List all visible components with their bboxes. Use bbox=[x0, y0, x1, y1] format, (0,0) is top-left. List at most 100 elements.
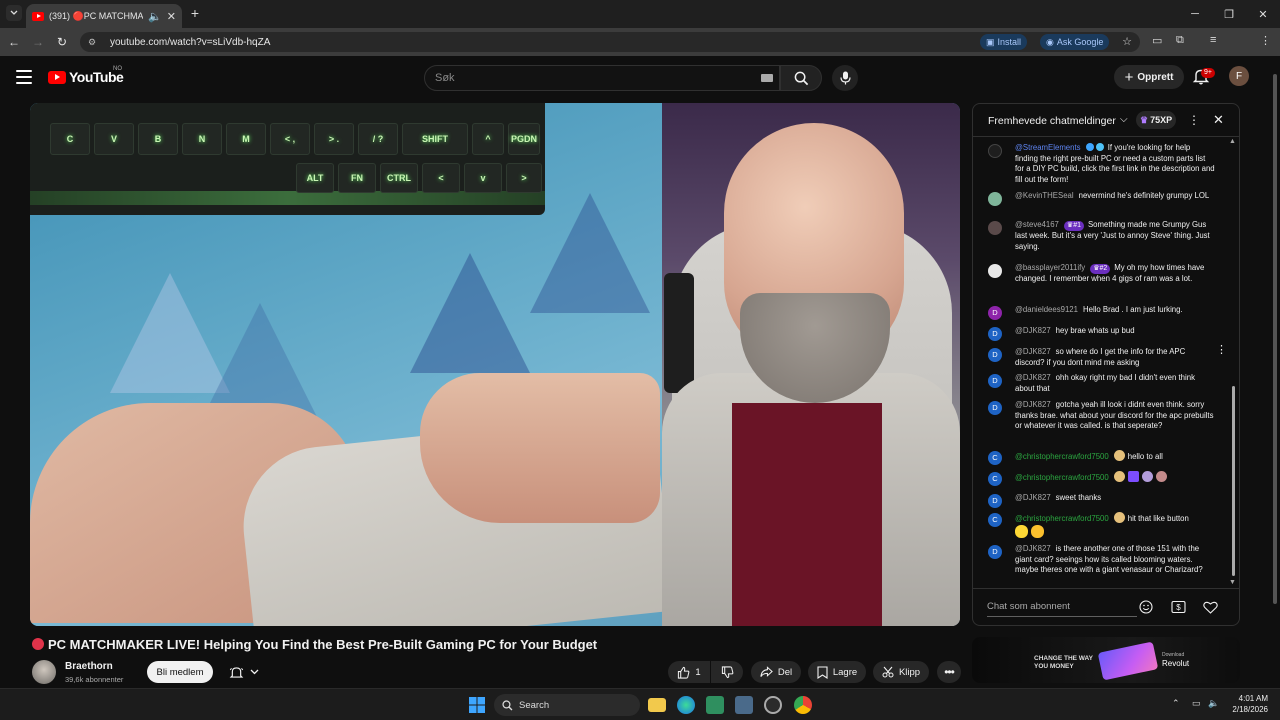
chevron-down-icon[interactable]: ⌵ bbox=[1120, 114, 1128, 125]
scissors-icon bbox=[882, 666, 894, 678]
taskbar-search[interactable]: Search bbox=[494, 694, 640, 716]
tray-overflow-icon[interactable]: ⌃ bbox=[1172, 698, 1180, 709]
notification-count-badge: 9+ bbox=[1201, 68, 1215, 78]
user-avatar: D bbox=[988, 494, 1002, 508]
url-text: youtube.com/watch?v=sLiVdb-hqZA bbox=[110, 36, 271, 48]
chrome-icon[interactable] bbox=[794, 696, 812, 714]
reload-icon[interactable]: ↻ bbox=[54, 34, 70, 50]
create-button[interactable]: + Opprett bbox=[1114, 65, 1184, 89]
media-icon[interactable]: ≡ bbox=[1210, 34, 1216, 46]
emoji-picker-icon[interactable] bbox=[1138, 599, 1154, 615]
region-code: NO bbox=[113, 66, 122, 72]
restore-icon[interactable]: ❐ bbox=[1212, 0, 1246, 28]
user-avatar: D bbox=[988, 327, 1002, 341]
custom-emoji-icon bbox=[1155, 471, 1167, 482]
chat-input-row: $ bbox=[973, 588, 1239, 625]
share-button[interactable]: Del bbox=[751, 661, 801, 683]
tab-search-button[interactable] bbox=[6, 5, 22, 21]
youtube-favicon-icon bbox=[32, 11, 44, 21]
search-icon bbox=[794, 71, 808, 85]
volume-icon[interactable]: 🔈 bbox=[1208, 698, 1219, 709]
ad-card-image bbox=[1097, 641, 1159, 681]
chevron-down-icon bbox=[250, 669, 259, 675]
live-red-circle-icon bbox=[32, 638, 44, 650]
app-icon[interactable] bbox=[706, 696, 724, 714]
browser-toolbar: ← → ↻ ⚙ youtube.com/watch?v=sLiVdb-hqZA … bbox=[0, 28, 1280, 76]
video-frame-desk-cam: C V B N M < , > . / ? SHIFT ^ PGDN ALT F… bbox=[30, 103, 675, 626]
crown-icon: ♛ bbox=[1140, 114, 1149, 125]
hamburger-menu-icon[interactable] bbox=[16, 70, 32, 84]
subscription-notification-button[interactable] bbox=[221, 661, 267, 683]
close-window-icon[interactable]: ✕ bbox=[1246, 0, 1280, 28]
chat-input[interactable] bbox=[987, 597, 1137, 617]
browser-tab-active[interactable]: (391) 🔴PC MATCHMAKER L 🔈 ✕ bbox=[26, 4, 182, 28]
search-button[interactable] bbox=[780, 65, 822, 91]
forward-arrow-icon[interactable]: → bbox=[30, 34, 46, 50]
dislike-button[interactable] bbox=[711, 661, 743, 683]
advertisement-banner[interactable]: CHANGE THE WAY YOU MONEY Download Revolu… bbox=[972, 637, 1240, 683]
search-icon bbox=[502, 699, 513, 710]
app-icon[interactable] bbox=[735, 696, 753, 714]
plus-icon: + bbox=[1124, 68, 1134, 86]
scroll-down-arrow-icon[interactable]: ▼ bbox=[1229, 579, 1236, 586]
minimize-icon[interactable]: ─ bbox=[1178, 0, 1212, 28]
microphone-icon bbox=[839, 71, 851, 85]
speaker-icon[interactable]: 🔈 bbox=[148, 10, 162, 23]
member-badge-icon bbox=[1113, 450, 1125, 461]
user-avatar: C bbox=[988, 451, 1002, 465]
install-button[interactable]: ▣ Install bbox=[980, 34, 1028, 50]
user-avatar bbox=[988, 221, 1002, 235]
chat-close-icon[interactable]: ✕ bbox=[1213, 112, 1224, 128]
super-chat-icon[interactable]: $ bbox=[1170, 599, 1186, 615]
ad-brand: Revolut bbox=[1162, 659, 1190, 668]
chat-scrollbar[interactable] bbox=[1232, 386, 1235, 576]
back-arrow-icon[interactable]: ← bbox=[6, 34, 22, 50]
video-player[interactable]: C V B N M < , > . / ? SHIFT ^ PGDN ALT F… bbox=[30, 103, 960, 626]
join-button[interactable]: Bli medlem bbox=[147, 661, 213, 683]
scroll-up-arrow-icon[interactable]: ▲ bbox=[1229, 138, 1236, 145]
message-more-icon[interactable]: ⋮ bbox=[1216, 343, 1227, 356]
microphone-image bbox=[664, 273, 694, 393]
ad-subtext: Download bbox=[1162, 652, 1185, 658]
clip-button[interactable]: Klipp bbox=[873, 661, 929, 683]
address-bar[interactable]: ⚙ youtube.com/watch?v=sLiVdb-hqZA ▣ Inst… bbox=[80, 32, 1140, 52]
windows-start-icon[interactable] bbox=[468, 696, 486, 714]
new-tab-button[interactable]: + bbox=[188, 6, 202, 20]
member-badge-icon bbox=[1113, 512, 1125, 523]
heart-icon[interactable] bbox=[1202, 599, 1218, 615]
custom-emoji-icon bbox=[1141, 471, 1153, 482]
system-clock[interactable]: 4:01 AM 2/18/2026 bbox=[1228, 693, 1268, 715]
ask-google-button[interactable]: ◉ Ask Google bbox=[1040, 34, 1110, 50]
file-explorer-icon[interactable] bbox=[648, 698, 666, 712]
more-actions-button[interactable]: ••• bbox=[937, 661, 961, 683]
search-input[interactable]: Søk bbox=[424, 65, 780, 91]
chat-mode-selector[interactable]: Fremhevede chatmeldinger bbox=[988, 115, 1116, 127]
keyboard-icon[interactable] bbox=[761, 74, 773, 82]
app-icon[interactable] bbox=[764, 696, 782, 714]
edge-browser-icon[interactable] bbox=[677, 696, 695, 714]
smirk-emoji-icon bbox=[1031, 524, 1044, 538]
account-avatar[interactable]: F bbox=[1229, 66, 1249, 86]
screen: (391) 🔴PC MATCHMAKER L 🔈 ✕ + ─ ❐ ✕ ← → ↻… bbox=[0, 0, 1280, 720]
rank-badge: ♛#1 bbox=[1063, 221, 1084, 231]
google-lens-icon: ◉ bbox=[1046, 36, 1054, 47]
channel-name[interactable]: Braethorn bbox=[65, 661, 113, 672]
channel-avatar[interactable] bbox=[32, 660, 56, 684]
youtube-header: YouTube NO Søk + Opprett bbox=[0, 56, 1280, 100]
chat-more-icon[interactable]: ⋮ bbox=[1188, 113, 1200, 127]
page-scrollbar[interactable] bbox=[1273, 74, 1277, 604]
extensions-icon[interactable]: ⧉ bbox=[1176, 34, 1184, 47]
user-avatar: C bbox=[988, 513, 1002, 527]
cast-icon[interactable]: ▭ bbox=[1152, 34, 1162, 47]
bookmark-star-icon[interactable]: ☆ bbox=[1122, 35, 1132, 48]
like-button[interactable]: 1 bbox=[668, 661, 710, 683]
voice-search-button[interactable] bbox=[832, 65, 858, 91]
thumbs-down-icon bbox=[721, 665, 733, 678]
user-avatar: D bbox=[988, 348, 1002, 362]
network-icon[interactable]: ▭ bbox=[1192, 698, 1201, 709]
site-info-icon[interactable]: ⚙ bbox=[88, 37, 100, 48]
xp-badge[interactable]: ♛ 75XP bbox=[1136, 111, 1177, 129]
browser-menu-icon[interactable]: ⋮ bbox=[1260, 34, 1271, 47]
tab-close-icon[interactable]: ✕ bbox=[167, 10, 176, 23]
save-button[interactable]: Lagre bbox=[808, 661, 866, 683]
